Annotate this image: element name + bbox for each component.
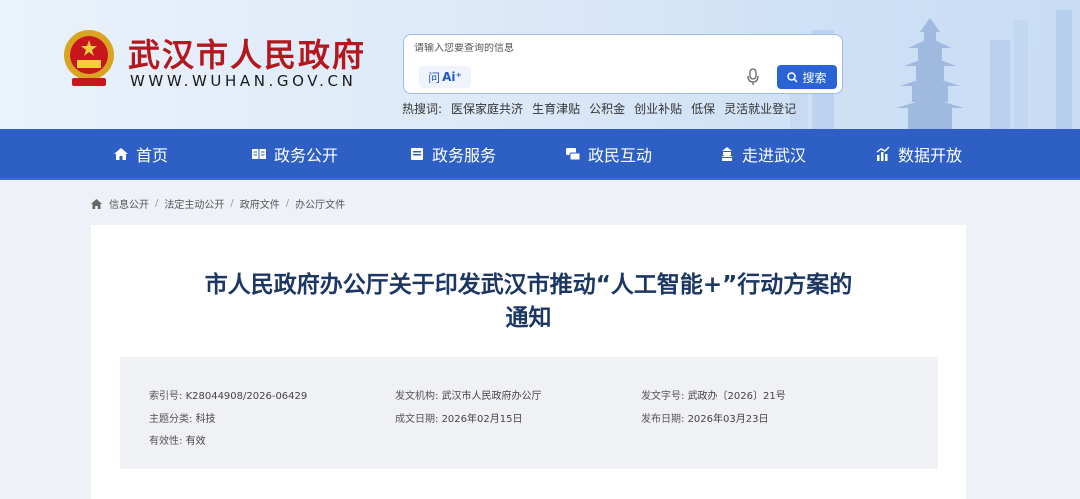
- hot-search-term[interactable]: 公积金: [589, 100, 625, 117]
- document-title-line-1: 市人民政府办公厅关于印发武汉市推动“人工智能+”行动方案的: [204, 272, 853, 298]
- briefcase-icon: [411, 147, 423, 160]
- meta-label: 发文字号:: [641, 391, 685, 402]
- meta-label: 成文日期:: [395, 414, 439, 425]
- nav-item-home[interactable]: 首页: [113, 129, 168, 178]
- meta-topic: 主题分类: 科技: [149, 410, 216, 425]
- breadcrumb-item[interactable]: 法定主动公开: [164, 196, 224, 211]
- meta-validity: 有效性: 有效: [149, 432, 206, 447]
- hot-search-term[interactable]: 生育津贴: [532, 100, 580, 117]
- landmark-icon: [721, 146, 733, 161]
- meta-label: 主题分类:: [149, 414, 193, 425]
- meta-label: 发布日期:: [641, 414, 685, 425]
- nav-item-label: 走进武汉: [742, 145, 807, 165]
- nav-item-label: 政务服务: [432, 145, 497, 165]
- breadcrumb-item[interactable]: 办公厅文件: [295, 196, 345, 211]
- search-box: 问 Ai⁺ 搜索: [403, 34, 843, 94]
- open-book-icon: [252, 148, 266, 159]
- hot-search-term[interactable]: 灵活就业登记: [724, 100, 796, 117]
- meta-value: 科技: [195, 414, 216, 425]
- meta-value: 2026年02月15日: [441, 414, 523, 425]
- ai-label-brand: Ai⁺: [442, 70, 462, 84]
- breadcrumb: 信息公开 / 法定主动公开 / 政府文件 / 办公厅文件: [90, 196, 345, 211]
- breadcrumb-separator: /: [155, 198, 159, 209]
- hot-search-label: 热搜词:: [402, 102, 443, 116]
- document-title: 市人民政府办公厅关于印发武汉市推动“人工智能+”行动方案的 通知: [91, 269, 966, 335]
- hot-search-term[interactable]: 低保: [691, 100, 715, 117]
- search-button[interactable]: 搜索: [777, 65, 837, 89]
- search-input[interactable]: [414, 43, 714, 54]
- meta-index-no: 索引号: K28044908/2026-06429: [149, 387, 307, 402]
- nav-item-open-data[interactable]: 数据开放: [875, 129, 962, 178]
- meta-label: 有效性:: [149, 436, 183, 447]
- search-button-label: 搜索: [802, 70, 827, 85]
- meta-value: 武汉市人民政府办公厅: [441, 391, 542, 402]
- site-title[interactable]: 武汉市人民政府: [128, 30, 366, 76]
- meta-label: 发文机构:: [395, 391, 439, 402]
- nav-item-about-wuhan[interactable]: 走进武汉: [719, 129, 806, 178]
- bar-chart-icon: [876, 146, 890, 161]
- document-metadata: 索引号: K28044908/2026-06429 发文机构: 武汉市人民政府办…: [120, 357, 938, 469]
- hot-search-term[interactable]: 创业补贴: [634, 100, 682, 117]
- microphone-icon[interactable]: [746, 68, 760, 86]
- nav-item-label: 政务公开: [274, 145, 339, 165]
- nav-item-government-services[interactable]: 政务服务: [409, 129, 496, 178]
- national-emblem-icon: [64, 30, 114, 86]
- hot-search-term[interactable]: 医保家庭共济: [451, 100, 523, 117]
- main-nav: 首页 政务公开 政务服务 政民互动 走进武汉 数据开放: [0, 129, 1080, 180]
- nav-item-label: 首页: [136, 145, 169, 165]
- meta-issuer: 发文机构: 武汉市人民政府办公厅: [395, 387, 542, 402]
- home-icon[interactable]: [90, 198, 103, 210]
- meta-value: 2026年03月23日: [687, 414, 769, 425]
- nav-item-interaction[interactable]: 政民互动: [565, 129, 652, 178]
- meta-value: 有效: [185, 436, 206, 447]
- breadcrumb-item[interactable]: 政府文件: [240, 196, 280, 211]
- nav-item-open-government[interactable]: 政务公开: [251, 129, 338, 178]
- meta-created-date: 成文日期: 2026年02月15日: [395, 410, 522, 425]
- chat-icon: [566, 147, 581, 160]
- meta-published-date: 发布日期: 2026年03月23日: [641, 410, 768, 425]
- breadcrumb-separator: /: [285, 198, 290, 209]
- meta-value: K28044908/2026-06429: [185, 391, 308, 402]
- nav-item-label: 数据开放: [898, 145, 963, 165]
- hot-search-list: 热搜词: 医保家庭共济 生育津贴 公积金 创业补贴 低保 灵活就业登记: [402, 100, 796, 117]
- meta-value: 武政办〔2026〕21号: [687, 391, 786, 402]
- ai-assistant-button[interactable]: 问 Ai⁺: [419, 66, 471, 88]
- ai-label-prefix: 问: [428, 70, 441, 85]
- document-panel: 市人民政府办公厅关于印发武汉市推动“人工智能+”行动方案的 通知 索引号: K2…: [91, 225, 966, 499]
- search-icon: [787, 71, 799, 83]
- meta-doc-no: 发文字号: 武政办〔2026〕21号: [641, 387, 786, 402]
- breadcrumb-separator: /: [230, 198, 234, 209]
- site-header: 武汉市人民政府 WWW.WUHAN.GOV.CN 问 Ai⁺ 搜索 热搜词: 医…: [0, 0, 1080, 129]
- document-title-line-2: 通知: [505, 305, 552, 331]
- meta-label: 索引号:: [149, 391, 183, 402]
- home-icon: [114, 147, 128, 160]
- breadcrumb-item[interactable]: 信息公开: [109, 196, 149, 211]
- nav-item-label: 政民互动: [588, 145, 653, 165]
- site-url: WWW.WUHAN.GOV.CN: [130, 72, 357, 90]
